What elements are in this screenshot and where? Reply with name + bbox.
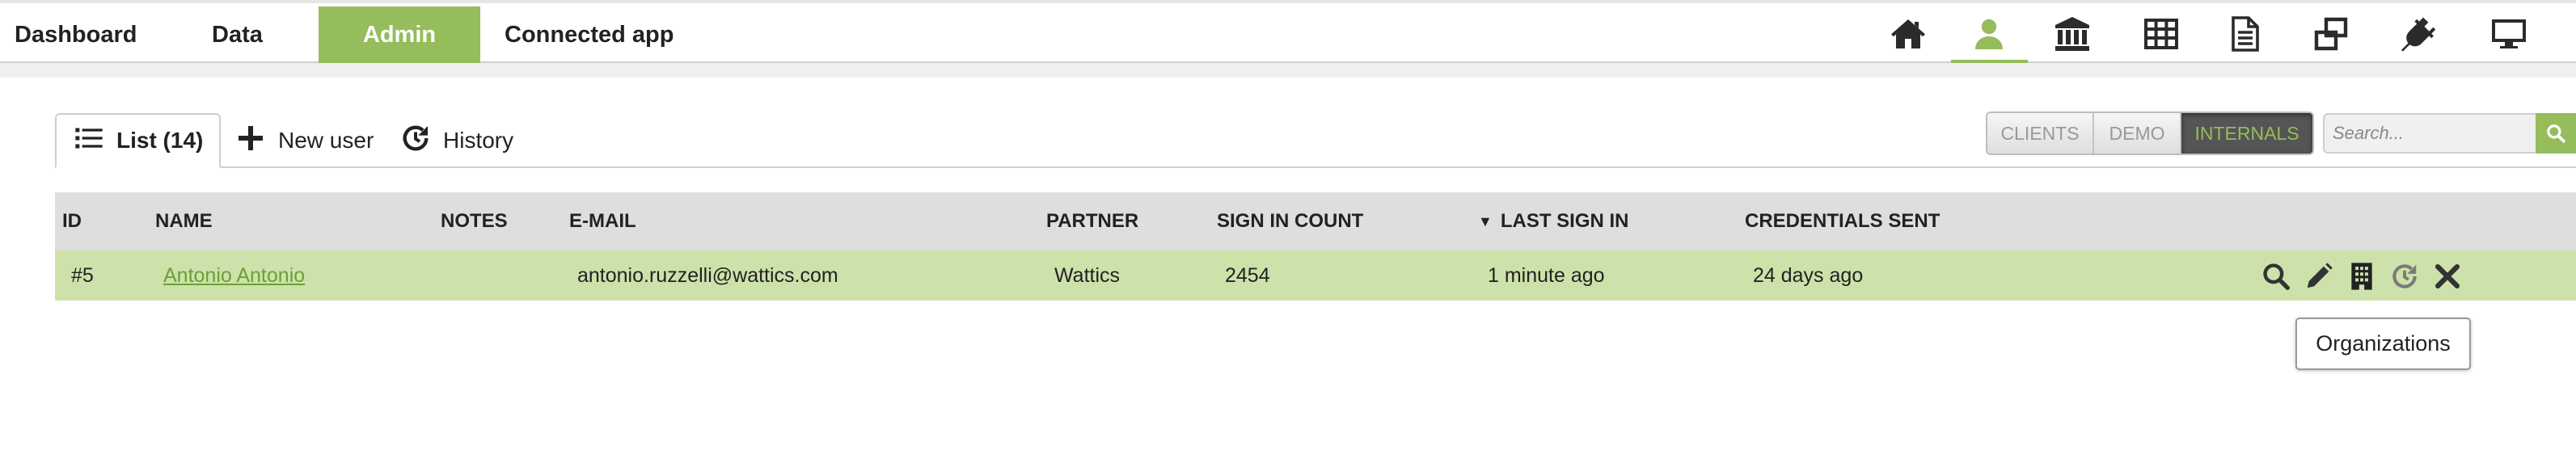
- cell-name: Antonio Antonio: [163, 250, 305, 301]
- tab-list[interactable]: List (14): [55, 113, 222, 168]
- windows-icon[interactable]: [2308, 11, 2354, 57]
- document-icon[interactable]: [2222, 11, 2267, 57]
- tab-new-user[interactable]: New user: [234, 113, 374, 168]
- column-header-name[interactable]: NAME: [155, 192, 213, 250]
- tab-new-user-label: New user: [278, 128, 374, 153]
- subheader-strip: [0, 63, 2576, 78]
- column-header-email[interactable]: E-MAIL: [569, 192, 636, 250]
- top-navigation-bar: Dashboard Data Admin Connected app: [0, 0, 2576, 64]
- home-icon[interactable]: [1886, 11, 1931, 57]
- delete-icon[interactable]: [2430, 260, 2464, 292]
- cell-partner: Wattics: [1054, 263, 1121, 287]
- filter-demo-button[interactable]: DEMO: [2094, 113, 2181, 154]
- filter-internals-button[interactable]: INTERNALS: [2181, 113, 2312, 154]
- tab-history-label: History: [443, 128, 514, 153]
- sort-descending-icon: ▼: [1478, 212, 1493, 229]
- cell-id: #5: [71, 263, 94, 287]
- cell-email: antonio.ruzzelli@wattics.com: [577, 263, 838, 287]
- nav-connected-app[interactable]: Connected app: [505, 6, 674, 63]
- search-input[interactable]: [2323, 113, 2537, 154]
- tab-history[interactable]: History: [399, 113, 513, 168]
- plus-icon: [234, 122, 267, 160]
- user-type-filter-group: CLIENTS DEMO INTERNALS: [1986, 111, 2314, 155]
- cell-last-sign-in: 1 minute ago: [1488, 263, 1605, 287]
- nav-data[interactable]: Data: [212, 6, 263, 63]
- nav-admin[interactable]: Admin: [319, 6, 480, 63]
- search-icon[interactable]: [2259, 260, 2293, 292]
- table-icon[interactable]: [2139, 11, 2184, 57]
- bank-icon[interactable]: [2050, 11, 2095, 57]
- search-icon: [2545, 123, 2566, 144]
- history-icon: [399, 122, 432, 160]
- column-header-credentials-sent[interactable]: CREDENTIALS SENT: [1745, 192, 1940, 250]
- user-icon[interactable]: [1966, 11, 2012, 57]
- column-header-sign-in-count[interactable]: SIGN IN COUNT: [1217, 192, 1363, 250]
- tab-list-label: List (14): [116, 128, 204, 153]
- plug-icon[interactable]: [2395, 11, 2440, 57]
- cell-credentials-sent: 24 days ago: [1753, 263, 1864, 287]
- nav-dashboard[interactable]: Dashboard: [15, 6, 137, 63]
- organizations-tooltip: Organizations: [2295, 318, 2471, 370]
- table-header: ID NAME NOTES E-MAIL PARTNER SIGN IN COU…: [55, 192, 2576, 250]
- user-name-link[interactable]: Antonio Antonio: [163, 264, 305, 288]
- organizations-icon[interactable]: [2345, 260, 2379, 292]
- list-icon: [73, 122, 105, 160]
- column-header-id[interactable]: ID: [62, 192, 82, 250]
- filter-clients-button[interactable]: CLIENTS: [1987, 113, 2094, 154]
- column-header-partner[interactable]: PARTNER: [1046, 192, 1138, 250]
- cell-sign-in-count: 2454: [1225, 263, 1270, 287]
- column-header-last-sign-in[interactable]: ▼ LAST SIGN IN: [1478, 192, 1629, 250]
- edit-icon[interactable]: [2302, 260, 2336, 292]
- column-header-last-sign-in-label: LAST SIGN IN: [1500, 210, 1629, 232]
- monitor-icon[interactable]: [2486, 11, 2532, 57]
- table-row[interactable]: #5 Antonio Antonio antonio.ruzzelli@watt…: [55, 250, 2576, 301]
- history-icon[interactable]: [2388, 260, 2422, 292]
- row-actions: [2259, 260, 2464, 292]
- column-header-notes[interactable]: NOTES: [441, 192, 508, 250]
- search-button[interactable]: [2536, 113, 2576, 154]
